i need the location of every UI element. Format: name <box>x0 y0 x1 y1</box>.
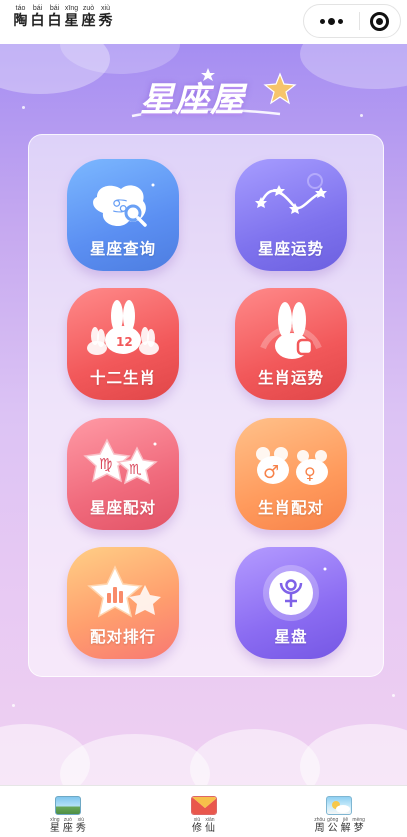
hanzi: 白 <box>30 13 45 29</box>
nav-char: zuò 座 <box>61 817 74 834</box>
pinyin: bái <box>49 5 60 12</box>
nav-char: zhōu 周 <box>313 817 326 834</box>
hanzi: 公 <box>327 823 338 834</box>
title-char: zuò 座 <box>80 4 97 29</box>
cloud-decoration <box>60 734 210 785</box>
nav-char: xiū 修 <box>191 817 204 834</box>
hanzi: 座 <box>62 823 73 834</box>
tile-label: 生肖配对 <box>257 499 324 517</box>
star-icon <box>263 72 297 105</box>
hero-background: 星座屋 ♋ 星座查询 星座运势 12 十二生肖 生肖运势 ♍ ♏ 星座配对 ♂ … <box>0 44 407 785</box>
nav-item-zhougongjiemeng[interactable]: zhōu 周 gōng 公 jiě 解 mèng 梦 <box>271 786 407 837</box>
hanzi: 星 <box>49 823 60 834</box>
pinyin: xīng <box>64 5 79 12</box>
nav-char: mèng 梦 <box>352 817 365 834</box>
hanzi: 座 <box>81 13 96 29</box>
tile-twelve-zodiac[interactable]: 12 十二生肖 <box>67 288 179 400</box>
tile-label: 星座运势 <box>257 240 324 258</box>
tile-label: 生肖运势 <box>257 369 324 387</box>
logo-text: 星座屋 <box>140 80 245 120</box>
pinyin: bái <box>32 5 43 12</box>
hanzi: 仙 <box>205 823 215 834</box>
nav-item-xingzuoxiu[interactable]: xīng 星 zuò 座 xiù 秀 <box>0 786 136 837</box>
sparkle-dot <box>12 704 15 707</box>
sparkle-dot <box>360 114 363 117</box>
pinyin: xiù <box>101 5 110 12</box>
tile-match-ranking[interactable]: 配对排行 <box>67 547 179 659</box>
svg-text:♀: ♀ <box>304 464 316 483</box>
hanzi: 周 <box>314 823 325 834</box>
nav-char: jiě 解 <box>339 817 352 834</box>
tile-label: 配对排行 <box>89 628 156 646</box>
tile-constellation-fortune[interactable]: 星座运势 <box>235 159 347 271</box>
svg-text:12: 12 <box>116 335 133 349</box>
tile-label: 星座配对 <box>89 499 156 517</box>
nav-char: xīng 星 <box>48 817 61 834</box>
hanzi: 秀 <box>75 823 86 834</box>
tile-constellation-match[interactable]: ♍ ♏ 星座配对 <box>67 418 179 530</box>
tile-label: 十二生肖 <box>89 369 156 387</box>
hanzi: 星 <box>64 13 79 29</box>
title-char: bái 白 <box>29 4 46 29</box>
app-title: táo 陶 bái 白 bái 白 xīng 星 zuò 座 xiù 秀 <box>12 4 114 29</box>
sparkle-dot <box>392 694 395 697</box>
svg-text:♂: ♂ <box>263 462 279 483</box>
nav-char: gōng 公 <box>326 817 339 834</box>
pinyin: táo <box>15 5 26 12</box>
hanzi: 修 <box>192 823 202 834</box>
hanzi: 白 <box>47 13 62 29</box>
nav-item-xiuxian[interactable]: xiū 修 xiān 仙 <box>136 786 272 837</box>
top-bar: táo 陶 bái 白 bái 白 xīng 星 zuò 座 xiù 秀 <box>0 0 407 44</box>
pinyin: zuò <box>82 5 95 12</box>
hanzi: 陶 <box>13 13 28 29</box>
hanzi: 解 <box>340 823 351 834</box>
hanzi: 梦 <box>353 823 364 834</box>
tile-label: 星盘 <box>274 628 308 646</box>
mail-envelope-icon <box>190 796 217 815</box>
title-char: xīng 星 <box>63 4 80 29</box>
weather-picture-icon <box>326 796 353 815</box>
landscape-picture-icon <box>54 796 81 815</box>
miniprogram-capsule <box>303 4 401 38</box>
tile-zodiac-match[interactable]: ♂ ♀ 生肖配对 <box>235 418 347 530</box>
svg-text:♍: ♍ <box>99 455 112 473</box>
title-char: bái 白 <box>46 4 63 29</box>
svg-text:♏: ♏ <box>129 462 142 478</box>
title-char: táo 陶 <box>12 4 29 29</box>
feature-panel: ♋ 星座查询 星座运势 12 十二生肖 生肖运势 ♍ ♏ 星座配对 ♂ ♀ 生肖… <box>28 134 384 677</box>
tile-constellation-query[interactable]: ♋ 星座查询 <box>67 159 179 271</box>
nav-char: xiān 仙 <box>204 817 217 834</box>
nav-char: xiù 秀 <box>74 817 87 834</box>
target-close-icon[interactable] <box>360 5 400 37</box>
cloud-decoration <box>300 44 407 89</box>
bottom-nav: xīng 星 zuò 座 xiù 秀 xiū 修 xiān 仙 zhōu 周 gōng 公 j… <box>0 785 407 837</box>
cloud-decoration <box>300 724 407 785</box>
tile-zodiac-fortune[interactable]: 生肖运势 <box>235 288 347 400</box>
hanzi: 秀 <box>98 13 113 29</box>
tile-star-chart[interactable]: 星盘 <box>235 547 347 659</box>
more-dots-icon[interactable] <box>304 5 359 37</box>
app-logo: 星座屋 <box>130 64 300 134</box>
title-char: xiù 秀 <box>97 4 114 29</box>
sparkle-dot <box>22 106 25 109</box>
tile-label: 星座查询 <box>89 240 156 258</box>
